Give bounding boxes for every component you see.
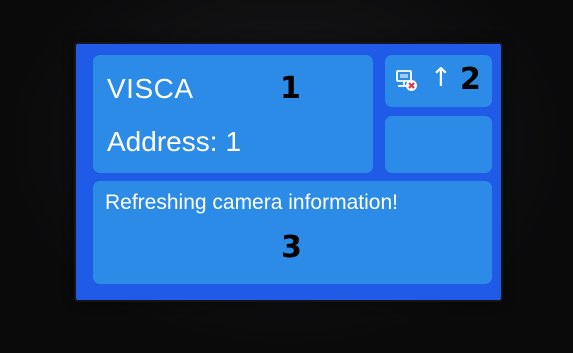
lcd-screen: VISCA Address: 1 1 ↑ 2 Refreshing camera … [76, 44, 501, 300]
network-disconnected-icon [396, 70, 417, 91]
status-message-panel[interactable]: Refreshing camera information! 3 [93, 181, 492, 284]
arrow-up-icon: ↑ [430, 63, 452, 93]
status-message: Refreshing camera information! [105, 191, 398, 214]
address-value: 1 [225, 126, 242, 157]
address-label: Address: [107, 126, 218, 157]
callout-number-3: 3 [281, 230, 302, 265]
camera-info-panel[interactable]: VISCA Address: 1 1 [93, 55, 373, 173]
callout-number-1: 1 [280, 71, 301, 106]
protocol-label: VISCA [107, 73, 194, 104]
callout-number-2: 2 [460, 62, 481, 97]
address-row: Address: 1 [107, 126, 241, 158]
empty-status-panel[interactable] [385, 116, 492, 173]
connection-status-panel[interactable]: ↑ 2 [385, 55, 492, 107]
